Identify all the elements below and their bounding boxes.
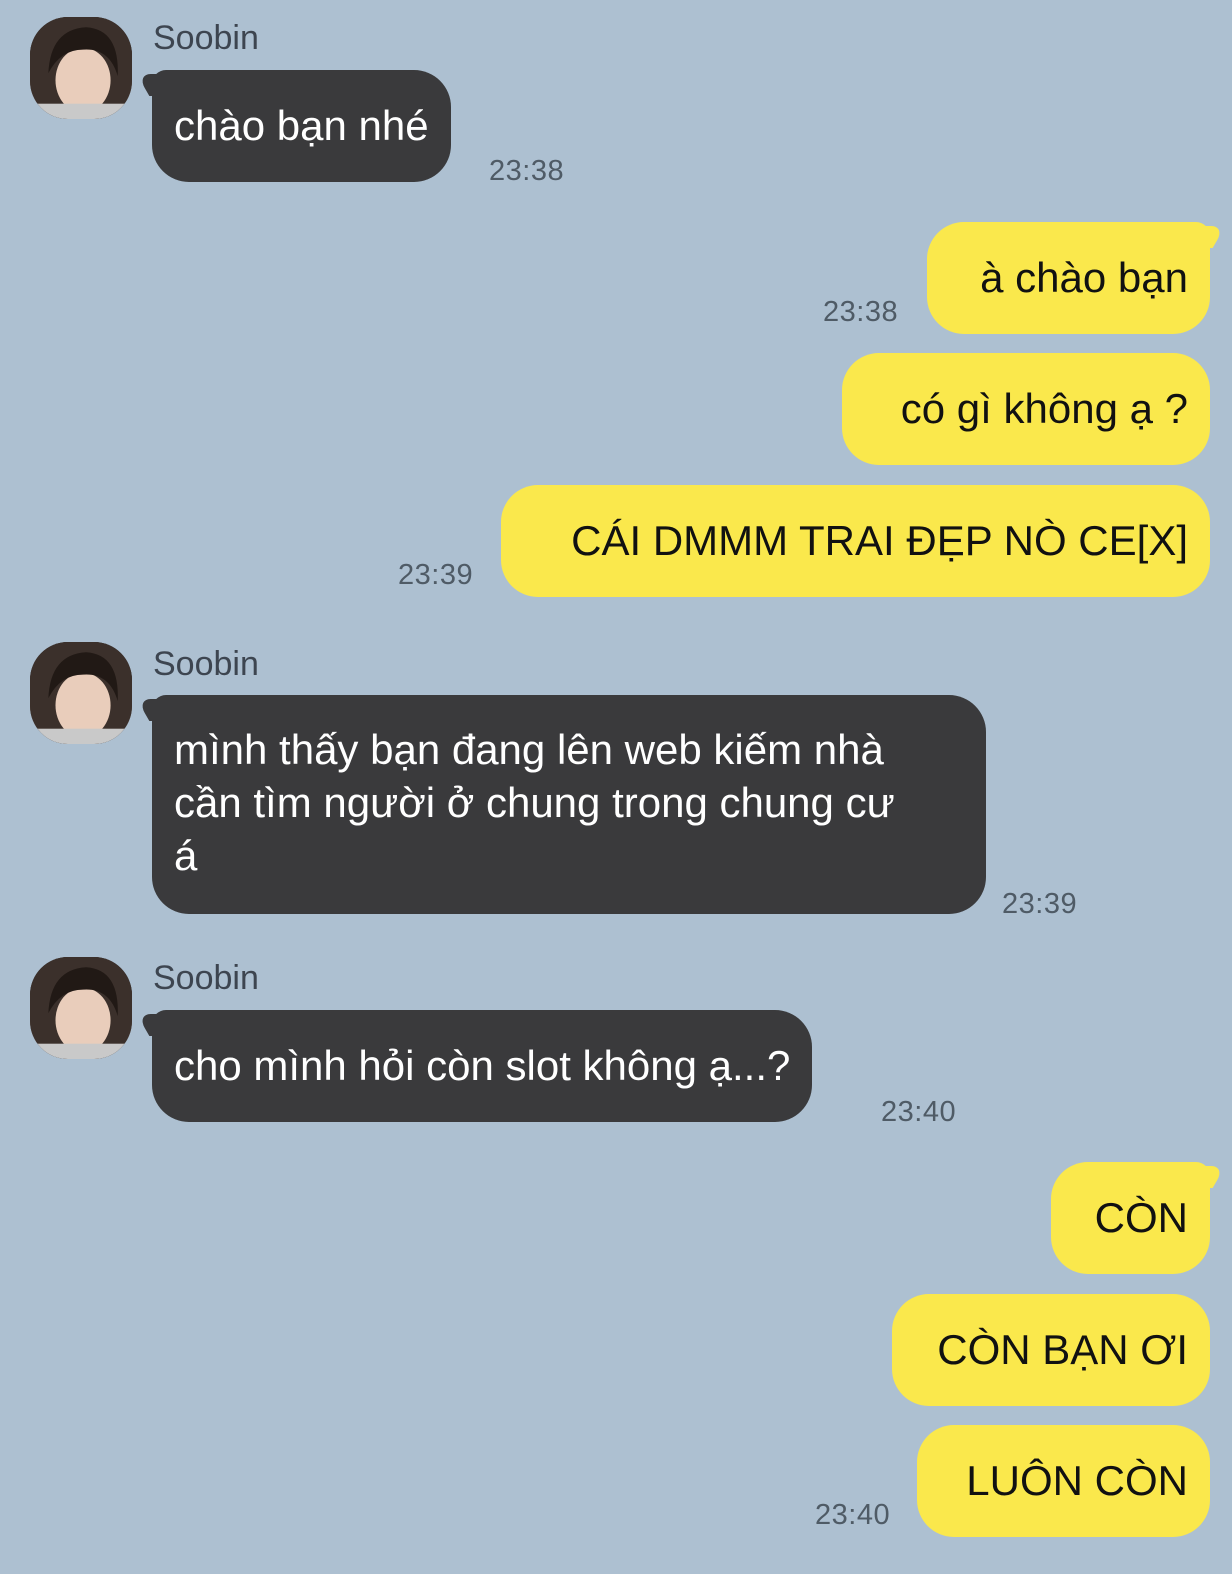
profile-photo-icon (30, 17, 132, 119)
message-bubble-outgoing[interactable]: CÁI DMMM TRAI ĐẸP NÒ CE[X] (501, 485, 1210, 597)
avatar[interactable] (30, 17, 132, 119)
message-timestamp: 23:38 (823, 296, 899, 328)
message-timestamp: 23:39 (1002, 888, 1078, 920)
message-bubble-outgoing[interactable]: CÒN BẠN ƠI (892, 1294, 1210, 1406)
message-timestamp: 23:40 (815, 1499, 891, 1531)
sender-name: Soobin (153, 645, 259, 683)
message-timestamp: 23:40 (881, 1096, 957, 1128)
message-bubble-outgoing[interactable]: có gì không ạ ? (842, 353, 1210, 465)
message-bubble-outgoing[interactable]: LUÔN CÒN (917, 1425, 1210, 1537)
sender-name: Soobin (153, 19, 259, 57)
message-timestamp: 23:39 (398, 559, 474, 591)
profile-photo-icon (30, 642, 132, 744)
avatar[interactable] (30, 957, 132, 1059)
avatar[interactable] (30, 642, 132, 744)
message-bubble-outgoing[interactable]: à chào bạn (927, 222, 1210, 334)
sender-name: Soobin (153, 959, 259, 997)
message-bubble-outgoing[interactable]: CÒN (1051, 1162, 1210, 1274)
message-bubble-incoming[interactable]: mình thấy bạn đang lên web kiếm nhà cần … (152, 695, 986, 914)
profile-photo-icon (30, 957, 132, 1059)
message-bubble-incoming[interactable]: cho mình hỏi còn slot không ạ...? (152, 1010, 813, 1122)
message-bubble-incoming[interactable]: chào bạn nhé (152, 70, 451, 182)
message-timestamp: 23:38 (489, 155, 565, 187)
